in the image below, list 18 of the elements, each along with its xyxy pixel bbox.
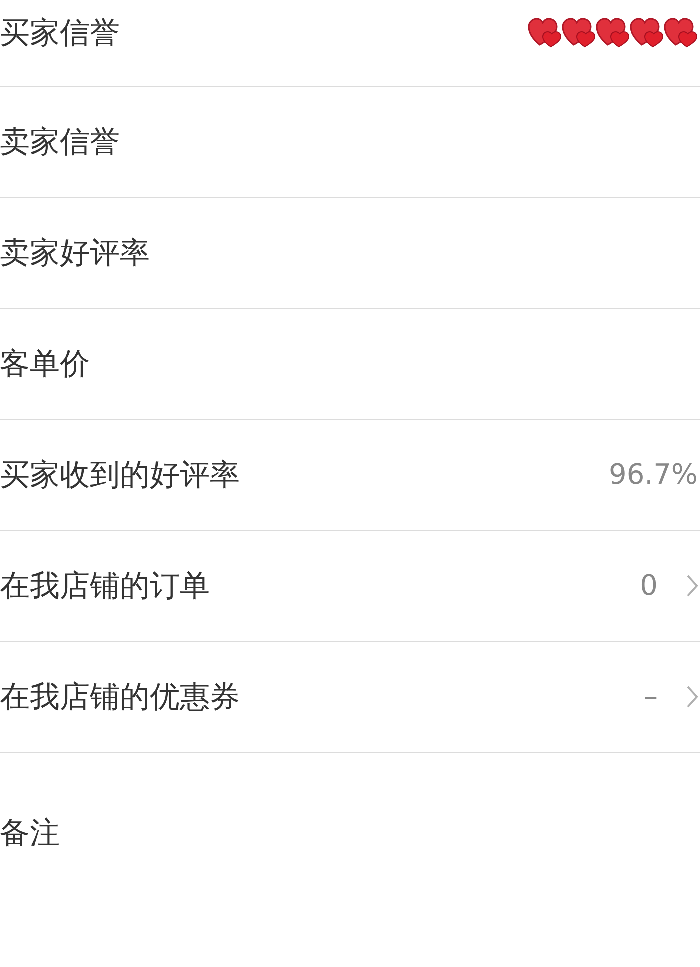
row-value: 96.7% bbox=[609, 457, 699, 493]
heart-icon bbox=[596, 18, 630, 48]
chevron-right-icon bbox=[686, 685, 698, 709]
row-label: 买家信誉 bbox=[0, 14, 120, 52]
row-value: – bbox=[644, 679, 658, 715]
row-label: 在我店铺的订单 bbox=[0, 568, 210, 606]
chevron-right-icon bbox=[686, 574, 698, 598]
row-label: 卖家好评率 bbox=[0, 234, 150, 272]
row-label: 客单价 bbox=[0, 346, 90, 384]
heart-icon bbox=[664, 18, 698, 48]
note-label: 备注 bbox=[0, 814, 60, 852]
heart-icon bbox=[528, 18, 562, 48]
row-value: 0 bbox=[640, 568, 658, 604]
row-label: 在我店铺的优惠券 bbox=[0, 678, 240, 716]
row-label: 买家收到的好评率 bbox=[0, 456, 240, 494]
heart-icon bbox=[562, 18, 596, 48]
row-label: 卖家信誉 bbox=[0, 124, 120, 162]
heart-icon bbox=[630, 18, 664, 48]
